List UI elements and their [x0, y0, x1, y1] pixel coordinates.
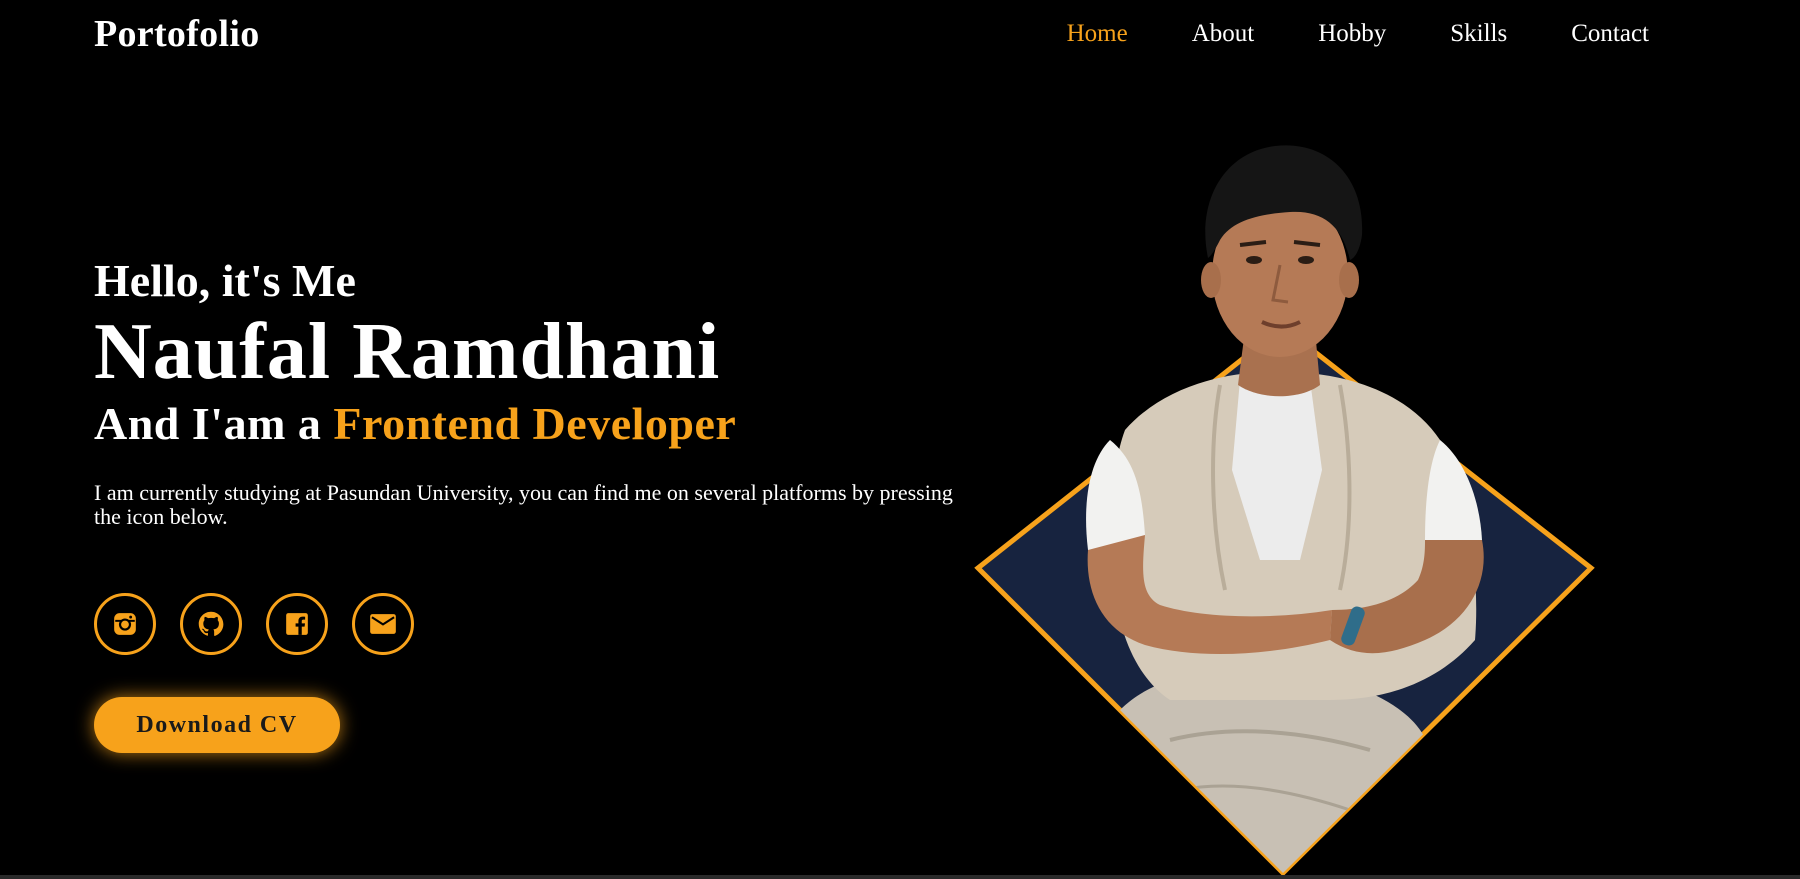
download-cv-button[interactable]: Download CV	[94, 697, 340, 753]
nav-link-skills[interactable]: Skills	[1450, 20, 1507, 48]
social-links	[94, 593, 438, 655]
github-icon	[198, 611, 224, 636]
nav-link-home[interactable]: Home	[1067, 20, 1128, 48]
hero-name: Naufal Ramdhani	[94, 307, 721, 396]
profile-photo	[974, 145, 1595, 877]
profile-portrait	[970, 140, 1600, 879]
facebook-link[interactable]	[266, 593, 328, 655]
github-link[interactable]	[180, 593, 242, 655]
hero-section: Hello, it's Me Naufal Ramdhani And I'am …	[94, 255, 994, 529]
nav-link-contact[interactable]: Contact	[1571, 20, 1649, 48]
role-highlight: Frontend Developer	[333, 397, 737, 449]
hero-intro: I am currently studying at Pasundan Univ…	[94, 479, 953, 529]
email-link[interactable]	[352, 593, 414, 655]
hero-greeting: Hello, it's Me	[94, 255, 356, 306]
site-logo[interactable]: Portofolio	[94, 12, 260, 56]
instagram-link[interactable]	[94, 593, 156, 655]
bottom-strip	[0, 875, 1800, 879]
instagram-icon	[114, 613, 136, 635]
mail-icon	[370, 614, 396, 634]
nav-link-about[interactable]: About	[1192, 20, 1255, 48]
hero-role: And I'am a Frontend Developer	[94, 398, 994, 451]
facebook-icon	[286, 613, 308, 635]
main-nav: Home About Hobby Skills Contact	[1003, 20, 1649, 48]
nav-link-hobby[interactable]: Hobby	[1318, 20, 1386, 48]
site-header: Portofolio Home About Hobby Skills Conta…	[0, 0, 1800, 72]
role-prefix: And I'am a	[94, 397, 322, 449]
